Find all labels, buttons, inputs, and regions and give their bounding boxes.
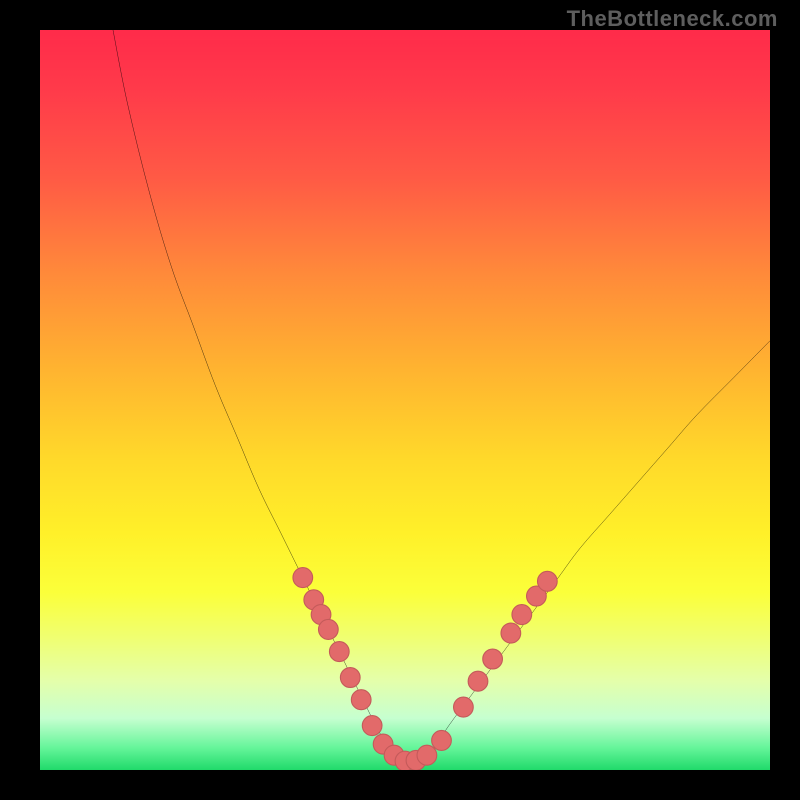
chart-point [351,690,371,710]
chart-point [454,697,474,717]
chart-point [340,668,360,688]
chart-point [501,623,521,643]
chart-point [329,642,349,662]
chart-curve [113,30,770,761]
chart-point [318,619,338,639]
chart-curve-group [113,30,770,761]
chart-svg [40,30,770,770]
chart-point [468,671,488,691]
chart-point [432,730,452,750]
watermark-text: TheBottleneck.com [567,6,778,32]
chart-points-group [293,568,557,770]
chart-point [362,716,382,736]
chart-point [417,745,437,765]
chart-point [293,568,313,588]
chart-plot-area [40,30,770,770]
chart-point [537,571,557,591]
chart-point [512,605,532,625]
chart-point [483,649,503,669]
